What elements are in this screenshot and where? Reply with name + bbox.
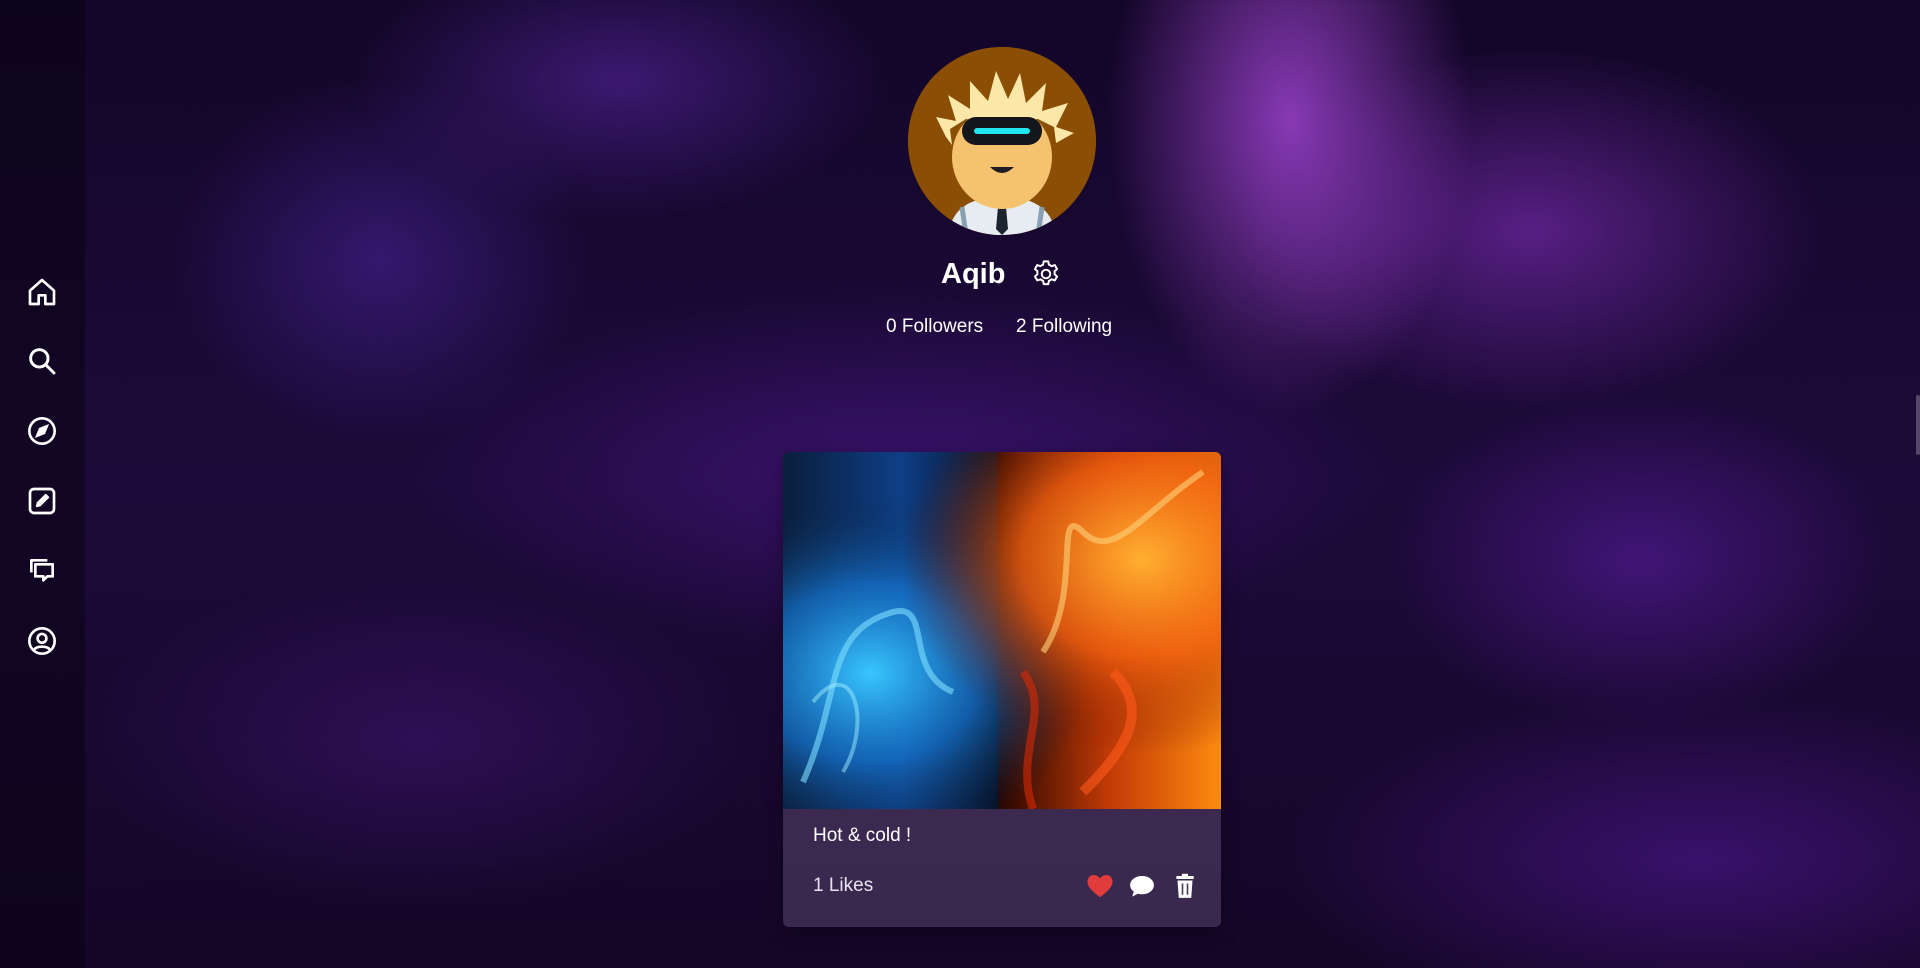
heart-icon (1087, 875, 1113, 898)
sidebar-item-create[interactable] (22, 481, 62, 521)
edit-icon (28, 487, 56, 515)
scrollbar-thumb[interactable] (1916, 395, 1920, 455)
avatar-icon (908, 47, 1096, 235)
trash-icon (1176, 873, 1194, 898)
avatar (908, 47, 1096, 235)
settings-button[interactable] (1030, 258, 1062, 290)
delete-button[interactable] (1169, 870, 1201, 902)
home-icon (28, 278, 56, 306)
user-circle-icon (28, 627, 56, 655)
followers-count[interactable]: 0 Followers (886, 315, 983, 339)
chat-icon (30, 559, 54, 582)
sidebar (0, 0, 85, 968)
like-button[interactable] (1084, 870, 1116, 902)
comment-icon (1130, 876, 1154, 897)
gear-icon (1033, 260, 1059, 286)
sidebar-item-explore[interactable] (22, 411, 62, 451)
search-icon (29, 348, 56, 375)
sidebar-item-home[interactable] (22, 272, 62, 312)
post-card: Hot & cold ! 1 Likes (783, 452, 1221, 927)
post-likes-count: 1 Likes (813, 875, 874, 896)
post-caption: Hot & cold ! (813, 825, 912, 846)
compass-icon (28, 417, 56, 445)
profile-username: Aqib (941, 258, 1006, 290)
following-count[interactable]: 2 Following (1016, 315, 1112, 339)
sidebar-item-search[interactable] (22, 341, 62, 381)
post-image[interactable] (783, 452, 1221, 809)
sidebar-item-messages[interactable] (22, 551, 62, 591)
sidebar-item-profile[interactable] (22, 621, 62, 661)
comment-button[interactable] (1126, 870, 1158, 902)
